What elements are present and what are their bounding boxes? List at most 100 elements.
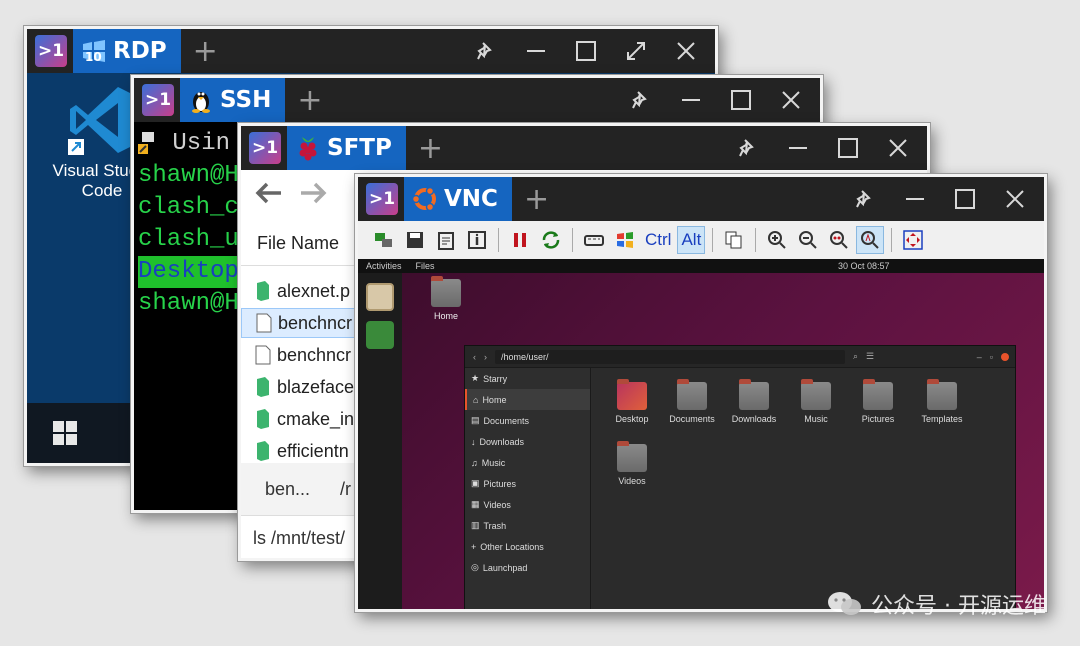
highlighted-dir: Desktop bbox=[138, 256, 239, 288]
folder-item[interactable]: Templates bbox=[910, 379, 974, 424]
home-folder-icon bbox=[431, 276, 461, 307]
clipboard-icon[interactable] bbox=[432, 226, 460, 254]
info-icon[interactable] bbox=[463, 226, 491, 254]
close-button[interactable] bbox=[875, 128, 921, 168]
sidebar-item-home[interactable]: ⌂ Home bbox=[465, 389, 590, 410]
zoom-out-icon[interactable] bbox=[794, 226, 822, 254]
pin-icon[interactable] bbox=[725, 128, 771, 168]
remote-desktop[interactable]: Activities Files 30 Oct 08:57 Home ‹ › /… bbox=[358, 259, 1044, 609]
trash-dock-icon[interactable] bbox=[366, 321, 394, 349]
app-logo: >1 bbox=[35, 35, 67, 67]
sidebar-item-downloads[interactable]: ↓ Downloads bbox=[465, 431, 590, 452]
templates-folder-icon bbox=[927, 379, 957, 410]
folder-item[interactable]: Documents bbox=[660, 379, 724, 424]
toolbar-separator bbox=[712, 228, 714, 252]
maximize-button[interactable] bbox=[718, 80, 764, 120]
add-tab-button[interactable]: + bbox=[418, 131, 443, 166]
toolbar-separator bbox=[891, 228, 893, 252]
search-icon[interactable]: ⌕ bbox=[853, 351, 858, 362]
add-tab-button[interactable]: + bbox=[524, 182, 549, 217]
fullscreen-button[interactable] bbox=[613, 31, 659, 71]
sidebar-item-pictures[interactable]: ▣ Pictures bbox=[465, 473, 590, 494]
close-button[interactable] bbox=[768, 80, 814, 120]
pin-icon[interactable] bbox=[842, 179, 888, 219]
ctrl-key-button[interactable]: Ctrl bbox=[642, 226, 674, 254]
copy-icon[interactable] bbox=[720, 226, 748, 254]
folder-item[interactable]: Desktop bbox=[600, 379, 664, 424]
clock[interactable]: 30 Oct 08:57 bbox=[838, 261, 890, 271]
ssh-titlebar: >1 SSH + bbox=[134, 78, 820, 122]
back-icon[interactable]: ‹ bbox=[473, 352, 476, 362]
minimize-icon[interactable]: – bbox=[977, 352, 982, 362]
dock bbox=[358, 273, 402, 609]
sidebar-item-videos[interactable]: ▦ Videos bbox=[465, 494, 590, 515]
alt-key-button[interactable]: Alt bbox=[677, 226, 706, 254]
close-button[interactable] bbox=[663, 31, 709, 71]
windows10-icon: 10 bbox=[81, 38, 107, 64]
path-bar[interactable]: /home/user/ bbox=[495, 349, 845, 364]
maximize-button[interactable] bbox=[825, 128, 871, 168]
forward-arrow-icon[interactable] bbox=[299, 179, 327, 213]
activities-button[interactable]: Activities bbox=[366, 261, 402, 271]
toolbar-separator bbox=[572, 228, 573, 252]
minimize-button[interactable] bbox=[892, 179, 938, 219]
folder-item[interactable]: Videos bbox=[600, 441, 664, 486]
vnc-toolbar: Ctrl Alt bbox=[358, 221, 1044, 259]
ctrl-alt-del-icon[interactable] bbox=[580, 226, 608, 254]
tab-rdp[interactable]: 10 RDP bbox=[73, 29, 181, 73]
zoom-100-icon[interactable] bbox=[825, 226, 853, 254]
sidebar-item-trash[interactable]: ▥ Trash bbox=[465, 515, 590, 536]
sidebar-item-starry[interactable]: ★ Starry bbox=[465, 368, 590, 389]
maximize-button[interactable] bbox=[942, 179, 988, 219]
forward-icon[interactable]: › bbox=[484, 352, 487, 362]
pause-icon[interactable] bbox=[506, 226, 534, 254]
file-manager-sidebar: ★ Starry ⌂ Home ▤ Documents ↓ Downloads … bbox=[465, 368, 591, 609]
minimize-button[interactable] bbox=[513, 31, 559, 71]
file-manager-header: ‹ › /home/user/ ⌕ ☰ – ▫ bbox=[465, 346, 1015, 368]
sidebar-item-music[interactable]: ♫ Music bbox=[465, 452, 590, 473]
view-icon[interactable]: ☰ bbox=[866, 351, 874, 362]
toolbar-separator bbox=[498, 228, 499, 252]
sidebar-item-other-locations[interactable]: + Other Locations bbox=[465, 536, 590, 557]
add-tab-button[interactable]: + bbox=[193, 34, 218, 69]
minimize-button[interactable] bbox=[775, 128, 821, 168]
windows-key-icon[interactable] bbox=[611, 226, 639, 254]
maximize-icon[interactable]: ▫ bbox=[990, 352, 993, 362]
close-button[interactable] bbox=[992, 179, 1038, 219]
zoom-in-icon[interactable] bbox=[763, 226, 791, 254]
folder-item[interactable]: Music bbox=[784, 379, 848, 424]
toolbar-separator bbox=[755, 228, 757, 252]
tab-sftp[interactable]: SFTP bbox=[287, 126, 406, 170]
home-desktop-icon[interactable]: Home bbox=[426, 276, 466, 321]
linux-penguin-icon bbox=[188, 87, 214, 113]
folder-item[interactable]: Downloads bbox=[722, 379, 786, 424]
refresh-icon[interactable] bbox=[537, 226, 565, 254]
file-manager-grid: Desktop Documents Downloads Music Pictur… bbox=[592, 368, 1015, 609]
add-tab-button[interactable]: + bbox=[297, 83, 322, 118]
maximize-button[interactable] bbox=[563, 31, 609, 71]
pin-icon[interactable] bbox=[618, 80, 664, 120]
start-icon[interactable] bbox=[53, 421, 77, 445]
ubuntu-icon bbox=[412, 186, 438, 212]
sidebar-item-launchpad[interactable]: ◎ Launchpad bbox=[465, 557, 590, 578]
tab-ssh[interactable]: SSH bbox=[180, 78, 286, 122]
folder-item[interactable]: Pictures bbox=[846, 379, 910, 424]
pin-icon[interactable] bbox=[463, 31, 509, 71]
watermark: 公众号 · 开源运维 bbox=[827, 588, 1046, 620]
vnc-titlebar: >1 VNC + bbox=[358, 177, 1044, 221]
zoom-fit-icon[interactable] bbox=[856, 226, 885, 254]
screenshot-icon[interactable] bbox=[370, 226, 398, 254]
save-icon[interactable] bbox=[401, 226, 429, 254]
files-dock-icon[interactable] bbox=[366, 283, 394, 311]
files-app-label[interactable]: Files bbox=[416, 261, 435, 271]
app-logo: >1 bbox=[366, 183, 398, 215]
tab-vnc[interactable]: VNC bbox=[404, 177, 512, 221]
app-logo: >1 bbox=[142, 84, 174, 116]
close-icon[interactable] bbox=[1001, 352, 1009, 361]
minimize-button[interactable] bbox=[668, 80, 714, 120]
fullscreen-icon[interactable] bbox=[899, 226, 927, 254]
sidebar-item-documents[interactable]: ▤ Documents bbox=[465, 410, 590, 431]
documents-folder-icon bbox=[677, 379, 707, 410]
back-arrow-icon[interactable] bbox=[255, 179, 283, 213]
raspberry-pi-icon bbox=[295, 135, 321, 161]
